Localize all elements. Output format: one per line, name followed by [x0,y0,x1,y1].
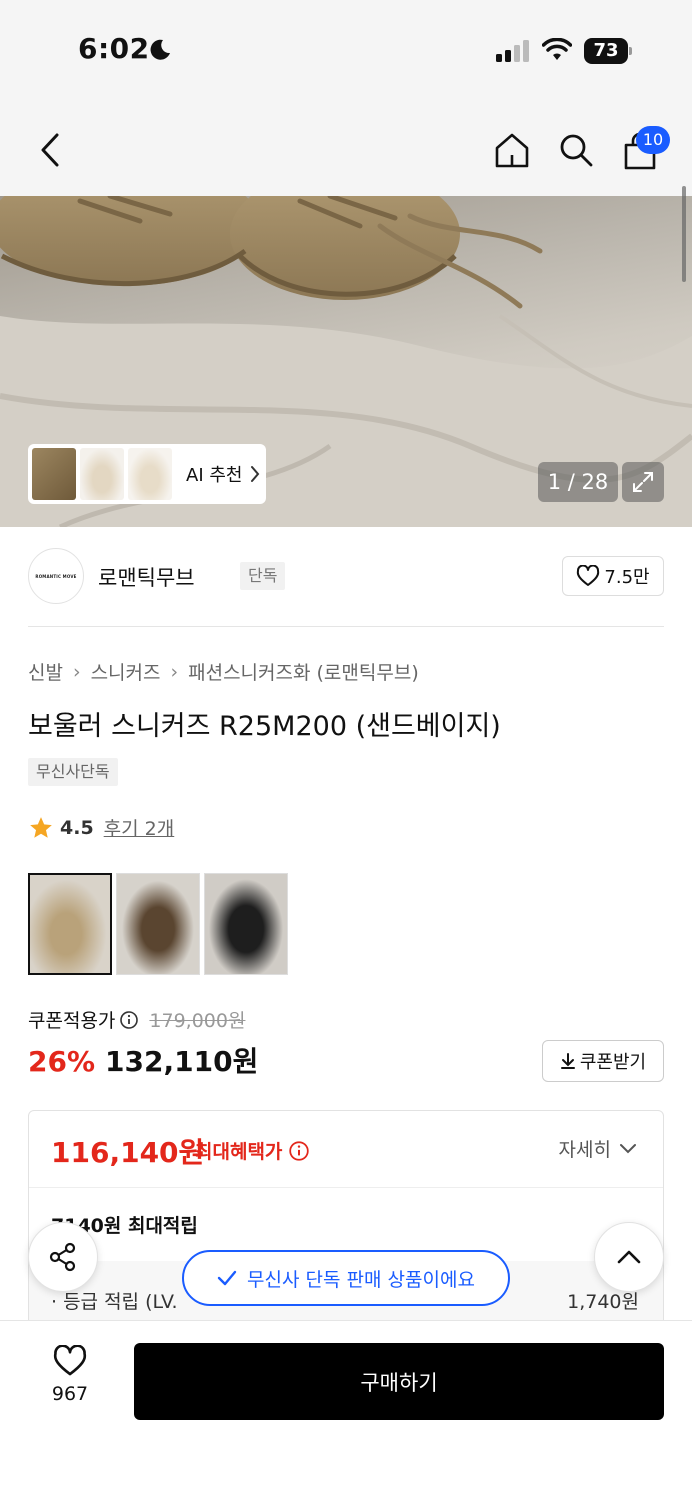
musinsa-exclusive-tag: 무신사단독 [28,758,118,786]
wifi-icon [542,38,572,60]
original-price: 179,000원 [149,1010,246,1032]
breadcrumb-item[interactable]: 패션스니커즈화 (로맨틱무브) [188,658,419,685]
heart-icon [53,1344,87,1376]
chevron-left-icon [41,133,59,167]
color-option-sand-beige[interactable] [28,873,112,975]
chevron-right-icon [251,466,260,482]
color-options [28,873,292,975]
breadcrumb-item[interactable]: 신발 [28,658,63,685]
home-button[interactable] [490,128,534,172]
ai-recommend-label: AI 추천 [186,465,243,486]
cart-count-badge: 10 [636,126,670,154]
ai-thumb-1[interactable] [32,448,76,500]
brand-like-button[interactable]: 7.5만 [562,556,664,596]
ai-thumb-2[interactable] [80,448,124,500]
discount-rate: 26% [28,1045,96,1078]
color-option-black[interactable] [204,873,288,975]
toast-text: 무신사 단독 판매 상품이에요 [247,1268,475,1291]
info-icon[interactable] [119,1010,139,1030]
check-icon [217,1270,237,1286]
divider [28,626,664,627]
scrollbar[interactable] [682,186,686,282]
search-icon [560,134,593,167]
ai-thumb-3[interactable] [128,448,172,500]
chevron-up-icon [617,1250,641,1264]
search-button[interactable] [554,128,598,172]
sale-price-row: 26% 132,110원 [28,1040,258,1080]
breadcrumb-separator: › [72,660,81,683]
exclusive-toast: 무신사 단독 판매 상품이에요 [182,1250,510,1306]
brand-logo[interactable]: ROMANTIC MOVE [28,548,84,604]
rating-value: 4.5 [60,816,94,839]
sale-price: 132,110원 [105,1045,259,1078]
exclusive-tag: 단독 [240,562,286,590]
back-button[interactable] [30,128,70,172]
share-icon [49,1242,76,1272]
breadcrumb-separator: › [170,660,179,683]
breadcrumb-item[interactable]: 스니커즈 [91,658,161,685]
max-benefit-price: 116,140원 [51,1136,205,1169]
divider [29,1187,663,1188]
signal-icon [496,40,529,62]
max-benefit-label: 최대혜택가 [195,1137,310,1164]
chevron-down-icon [620,1143,636,1153]
battery-indicator: 73 [584,38,632,64]
status-bar: 6:02 73 [0,0,692,100]
share-button[interactable] [28,1222,98,1292]
detail-toggle[interactable]: 자세히 [559,1135,637,1162]
status-time: 6:02 [78,32,150,65]
heart-icon [577,565,600,586]
coupon-price-label: 쿠폰적용가 [28,1010,116,1032]
rating-row: 4.5 후기 2개 [28,814,174,841]
home-icon [495,133,529,168]
coupon-price-row: 쿠폰적용가 179,000원 [28,1006,245,1033]
product-like-button[interactable]: 967 [30,1344,110,1405]
brand-like-count: 7.5만 [604,567,650,588]
download-icon [560,1053,575,1069]
buy-button[interactable]: 구매하기 [134,1343,664,1420]
star-icon [30,816,52,838]
review-link[interactable]: 후기 2개 [104,814,175,841]
ai-recommend-strip[interactable]: AI 추천 [28,444,266,504]
get-coupon-button[interactable]: 쿠폰받기 [542,1040,664,1082]
get-coupon-label: 쿠폰받기 [579,1052,647,1073]
breadcrumb: 신발 › 스니커즈 › 패션스니커즈화 (로맨틱무브) [28,658,419,685]
expand-icon [633,472,653,492]
product-title: 보울러 스니커즈 R25M200 (샌드베이지) [28,711,501,742]
color-option-brown[interactable] [116,873,200,975]
brand-row[interactable]: ROMANTIC MOVE 로맨틱무브 단독 7.5만 [28,548,664,608]
detail-label: 자세히 [558,1139,611,1161]
expand-button[interactable] [622,462,664,502]
scroll-top-button[interactable] [594,1222,664,1292]
nav-bar [0,100,692,196]
info-icon[interactable] [288,1140,310,1162]
image-counter: 1 / 28 [538,462,618,502]
battery-level: 73 [584,38,628,64]
max-benefit-label-text: 최대혜택가 [195,1141,283,1163]
product-like-count: 967 [51,1383,89,1405]
brand-name[interactable]: 로맨틱무브 [98,562,195,592]
moon-icon [150,39,170,60]
battery-tip [629,47,632,55]
bottom-action-bar: 967 구매하기 [0,1320,692,1500]
